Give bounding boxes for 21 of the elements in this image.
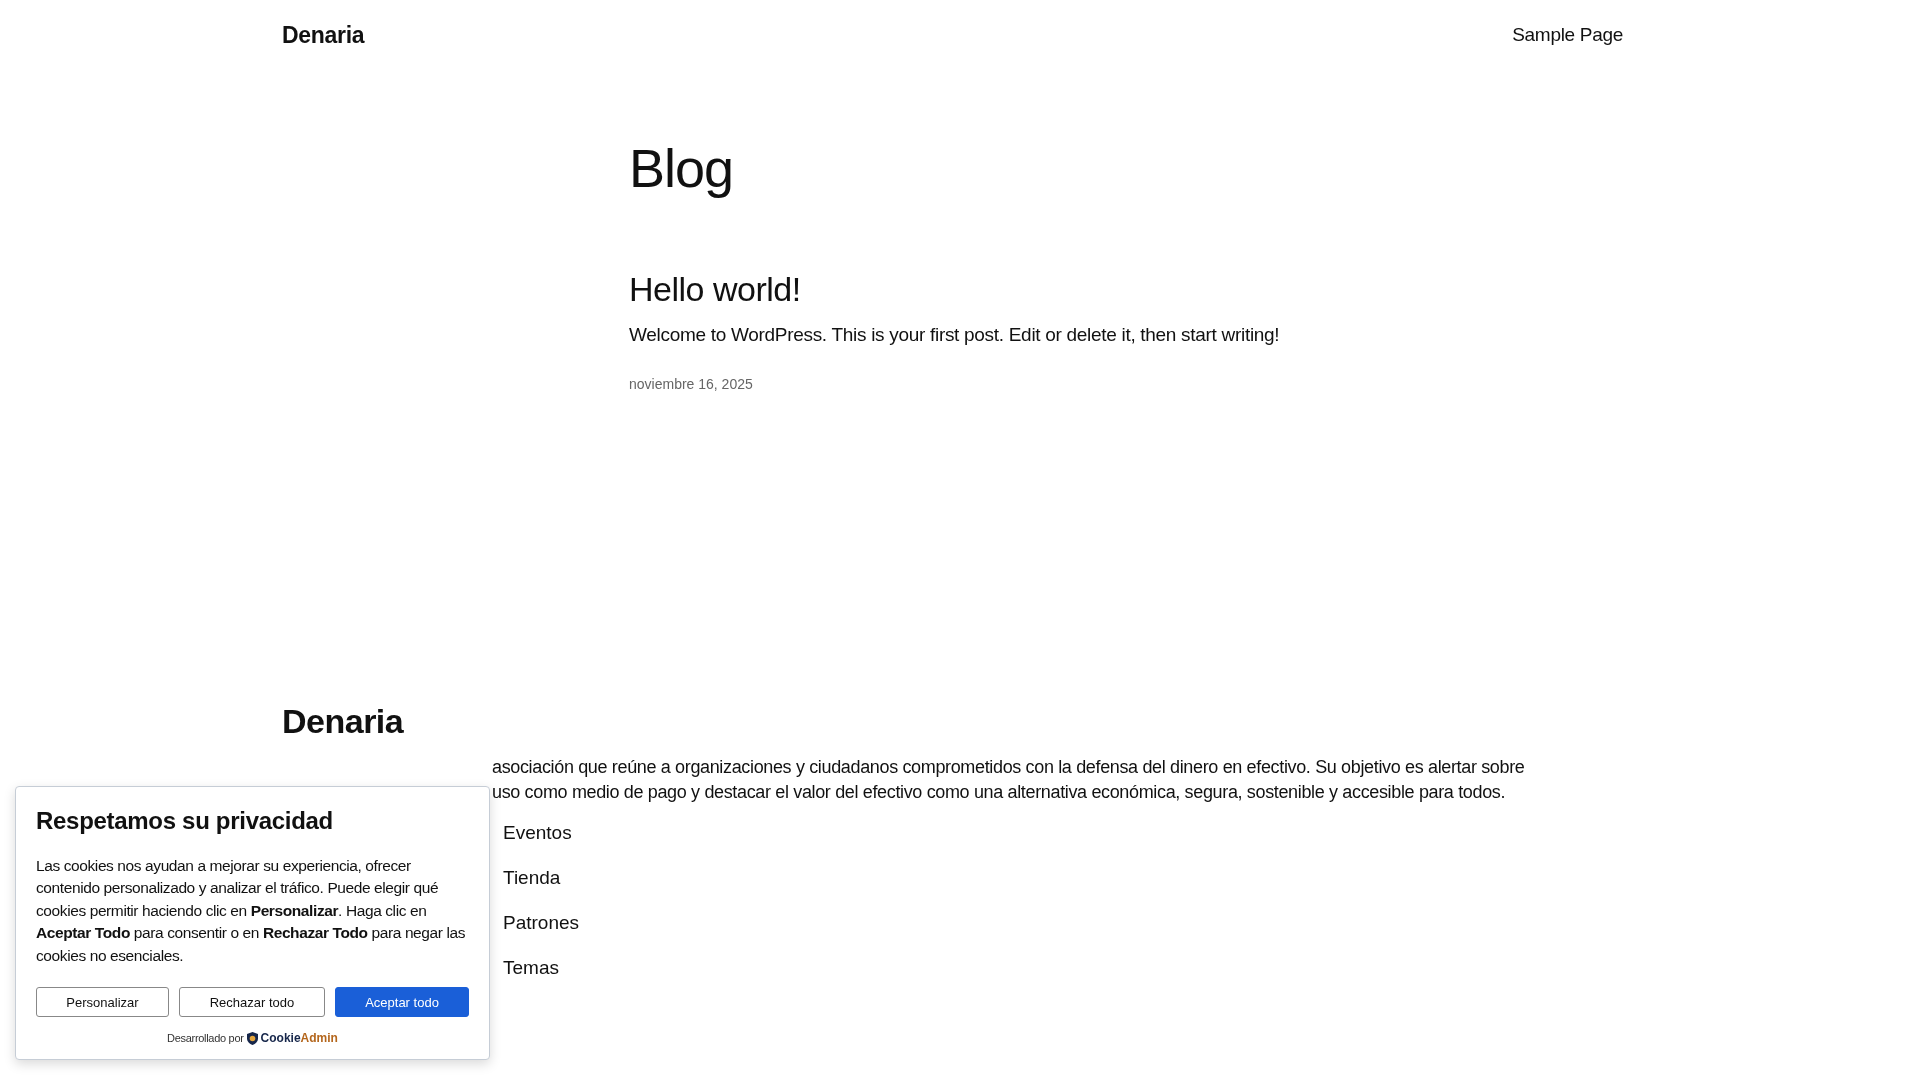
footer-description: uso como medio de pago y destacar el valor del efectivo como una alternativa económica, segura, sostenible y accesible para todos. [492, 781, 1507, 804]
cookie-button[interactable]: Personalizar [36, 987, 169, 1017]
powered-by-text: Desarrollado por [167, 1032, 244, 1044]
shield-icon [246, 1031, 258, 1045]
footer-nav-link[interactable]: Temas [503, 956, 1623, 979]
banner-text: Las cookies nos ayudan a mejorar su experiencia, ofrecer contenido personalizado y analizar el tráfico. Puede elegir qué cookies permitir haciendo clic en Personalizar. Haga clic en Aceptar Todo para consentir o en Rechazar Todo para negar las cookies no esenciales. [36, 855, 467, 966]
footer-nav-link[interactable]: Tienda [503, 866, 1623, 889]
nav-link[interactable]: Sample Page [1512, 24, 1623, 46]
footer-nav-link[interactable]: Patrones [503, 911, 1623, 934]
site-title[interactable]: Denaria [282, 21, 365, 49]
footer-site-title: Denaria [282, 702, 405, 741]
banner-title: Respetamos su privacidad [36, 806, 334, 835]
post-date: noviembre 16, 2025 [629, 376, 754, 392]
footer-nav-link[interactable]: Eventos [503, 821, 1623, 844]
accept-button[interactable]: Aceptar todo [335, 987, 469, 1017]
post-excerpt: Welcome to WordPress. This is your first post. Edit or delete it, then start writing! [629, 324, 1281, 346]
page-title: Blog [629, 137, 735, 200]
cookie-button[interactable]: Rechazar todo [179, 987, 325, 1017]
footer-description: asociación que reúne a organizaciones y ciudadanos comprometidos con la defensa del dinero en efectivo. Su objetivo es alertar sobre [492, 756, 1526, 779]
post-title[interactable]: Hello world! [629, 269, 1623, 310]
brand-logo-text: CookieAdmin [260, 1031, 338, 1045]
